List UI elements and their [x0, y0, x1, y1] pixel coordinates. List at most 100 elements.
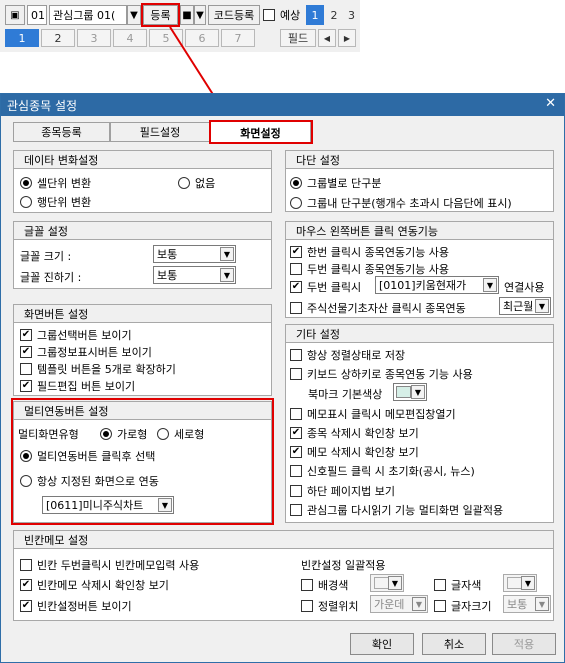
check-single-click[interactable]: ✔ 한번 클릭시 종목연동기능 사용	[290, 244, 449, 260]
check-memo-delete-confirm[interactable]: ✔ 메모 삭제시 확인창 보기	[290, 444, 419, 460]
check-double-click[interactable]: 두번 클릭시 종목연동기능 사용	[290, 261, 449, 277]
blank-memo-group: 빈칸메모 설정 빈칸 두번클릭시 빈칸메모입력 사용 ✔ 빈칸메모 삭제시 확인창…	[13, 530, 554, 621]
check-box[interactable]	[290, 302, 302, 314]
check-box[interactable]	[290, 465, 302, 477]
font-size-select[interactable]: 보통 ▼	[153, 245, 236, 263]
chevron-down-icon[interactable]: ▼	[535, 597, 549, 611]
check-box[interactable]	[290, 349, 302, 361]
cancel-button[interactable]: 취소	[422, 633, 486, 655]
check-icon[interactable]: ✔	[20, 579, 32, 591]
check-box[interactable]	[290, 504, 302, 516]
chevron-down-icon[interactable]: ▼	[535, 299, 549, 313]
check-template-expand[interactable]: 템플릿 버튼을 5개로 확장하기	[20, 361, 176, 377]
check-box[interactable]	[20, 363, 32, 375]
check-delete-confirm[interactable]: ✔ 종목 삭제시 확인창 보기	[290, 425, 419, 441]
check-box[interactable]	[434, 579, 446, 591]
check-icon[interactable]: ✔	[20, 329, 32, 341]
chevron-down-icon[interactable]: ▼	[220, 268, 234, 282]
bookmark-color-select[interactable]: ▼	[393, 383, 427, 401]
check-icon[interactable]: ✔	[290, 246, 302, 258]
color-swatch	[374, 577, 389, 589]
radio-row-indicator[interactable]	[20, 196, 32, 208]
check-box[interactable]	[290, 368, 302, 380]
check-field-edit-label: 필드편집 버튼 보이기	[37, 380, 136, 393]
radio-cell-change[interactable]: 셀단위 변환	[20, 175, 91, 191]
radio-cell-indicator[interactable]	[20, 177, 32, 189]
check-group-select-label: 그룹선택버튼 보이기	[37, 329, 132, 342]
check-field-edit-button[interactable]: ✔ 필드편집 버튼 보이기	[20, 378, 135, 394]
radio-in-group[interactable]: 그룹내 단구분(행개수 초과시 다음단에 표시)	[290, 195, 512, 211]
close-icon[interactable]: ✕	[545, 96, 556, 111]
check-align[interactable]: 정렬위치	[301, 598, 358, 614]
futures-value: 최근월	[503, 300, 534, 313]
check-memo-click[interactable]: 메모표시 클릭시 메모편집창열기	[290, 406, 456, 422]
check-icon[interactable]: ✔	[20, 380, 32, 392]
check-icon[interactable]: ✔	[290, 281, 302, 293]
check-box[interactable]	[290, 263, 302, 275]
bulk-apply-title: 빈칸설정 일괄적용	[301, 559, 386, 572]
check-single-click-label: 한번 클릭시 종목연동기능 사용	[307, 246, 450, 259]
radio-in-group-indicator[interactable]	[290, 197, 302, 209]
radio-by-group-indicator[interactable]	[290, 177, 302, 189]
check-icon[interactable]: ✔	[290, 427, 302, 439]
check-group-select-button[interactable]: ✔ 그룹선택버튼 보이기	[20, 327, 132, 343]
check-blank-double-click[interactable]: 빈칸 두번클릭시 빈칸메모입력 사용	[20, 557, 199, 573]
check-text-color[interactable]: 글자색	[434, 577, 481, 593]
check-reread-all[interactable]: 관심그룹 다시읽기 기능 멀티화면 일괄적용	[290, 502, 503, 518]
check-box[interactable]	[301, 600, 313, 612]
double-link-select[interactable]: [0101]키움현재가 ▼	[375, 276, 499, 294]
radio-row-label: 행단위 변환	[37, 196, 92, 209]
check-icon[interactable]: ✔	[290, 446, 302, 458]
screen-buttons-body: ✔ 그룹선택버튼 보이기 ✔ 그룹정보표시버튼 보이기 템플릿 버튼을 5개로 확장…	[14, 323, 271, 395]
check-always-sort[interactable]: 항상 정렬상태로 저장	[290, 347, 405, 363]
chevron-down-icon[interactable]: ▼	[412, 597, 426, 611]
font-weight-select[interactable]: 보통 ▼	[153, 266, 236, 284]
check-icon[interactable]: ✔	[20, 346, 32, 358]
radio-none[interactable]: 없음	[178, 175, 215, 191]
check-box[interactable]	[434, 600, 446, 612]
check-futures-link[interactable]: 주식선물기초자산 클릭시 종목연동	[290, 300, 466, 316]
check-text-size[interactable]: 글자크기	[434, 598, 491, 614]
check-double-click-link[interactable]: ✔ 두번 클릭시	[290, 279, 361, 295]
ok-button[interactable]: 확인	[350, 633, 414, 655]
text-size-select[interactable]: 보통 ▼	[503, 595, 551, 613]
check-blank-show-button[interactable]: ✔ 빈칸설정버튼 보이기	[20, 598, 132, 614]
radio-none-label: 없음	[195, 177, 216, 190]
align-select[interactable]: 가운데 ▼	[370, 595, 428, 613]
radio-none-indicator[interactable]	[178, 177, 190, 189]
tab-field-settings[interactable]: 필드설정	[110, 122, 210, 142]
tab-stock-register[interactable]: 종목등록	[13, 122, 110, 142]
text-color-select[interactable]: ▼	[503, 574, 537, 592]
radio-by-group[interactable]: 그룹별로 단구분	[290, 175, 381, 191]
check-box[interactable]	[301, 579, 313, 591]
check-box[interactable]	[20, 559, 32, 571]
futures-select[interactable]: 최근월 ▼	[499, 297, 551, 315]
settings-dialog: 관심종목 설정 ✕ 종목등록 필드설정 화면설정 데이타 변화설정 셀단위 변환…	[0, 93, 565, 663]
check-keyboard[interactable]: 키보드 상하키로 종목연동 기능 사용	[290, 366, 473, 382]
align-value: 가운데	[374, 598, 405, 611]
color-swatch	[507, 577, 522, 589]
mouse-left-body: ✔ 한번 클릭시 종목연동기능 사용 두번 클릭시 종목연동기능 사용 ✔ 두번 클…	[286, 240, 553, 317]
check-box[interactable]	[290, 485, 302, 497]
check-blank-delete-confirm[interactable]: ✔ 빈칸메모 삭제시 확인창 보기	[20, 577, 169, 593]
check-group-info-button[interactable]: ✔ 그룹정보표시버튼 보이기	[20, 344, 152, 360]
check-icon[interactable]: ✔	[20, 600, 32, 612]
check-signal-reset[interactable]: 신호필드 클릭 시 초기화(공시, 뉴스)	[290, 463, 475, 479]
check-bottom-paging[interactable]: 하단 페이지법 보기	[290, 483, 395, 499]
memo-click-label: 메모표시 클릭시 메모편집창열기	[307, 408, 456, 421]
apply-button[interactable]: 적용	[492, 633, 556, 655]
chevron-down-icon[interactable]: ▼	[521, 576, 535, 590]
chevron-down-icon[interactable]: ▼	[388, 576, 402, 590]
etc-title: 기타 설정	[286, 325, 553, 343]
chevron-down-icon[interactable]: ▼	[483, 278, 497, 292]
futures-label: 주식선물기초자산 클릭시 종목연동	[307, 302, 466, 315]
radio-row-change[interactable]: 행단위 변환	[20, 194, 91, 210]
radio-in-group-label: 그룹내 단구분(행개수 초과시 다음단에 표시)	[307, 197, 512, 210]
chevron-down-icon[interactable]: ▼	[220, 247, 234, 261]
check-bg-color[interactable]: 배경색	[301, 577, 348, 593]
chevron-down-icon[interactable]: ▼	[411, 385, 425, 399]
bg-color-select[interactable]: ▼	[370, 574, 404, 592]
check-box[interactable]	[290, 408, 302, 420]
dialog-title-bar: 관심종목 설정 ✕	[1, 94, 564, 116]
double-link-suffix: 연결사용	[504, 281, 545, 294]
